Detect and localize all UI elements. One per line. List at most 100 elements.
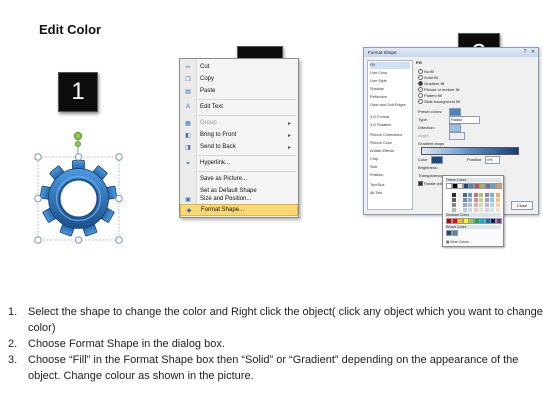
gear-icon[interactable]	[30, 128, 130, 246]
category-3d-format[interactable]: 3-D Format	[370, 114, 410, 121]
radio-gradient-fill[interactable]: Gradient fill	[418, 81, 444, 86]
theme-color-shade-swatch[interactable]	[462, 208, 467, 212]
type-dropdown[interactable]: Radial	[449, 116, 480, 124]
theme-color-shade-swatch[interactable]	[473, 193, 478, 197]
theme-color-shade-swatch[interactable]	[457, 198, 461, 202]
theme-color-shade-swatch[interactable]	[490, 198, 494, 202]
preset-colors-dropdown[interactable]	[449, 108, 461, 116]
theme-color-shade-swatch[interactable]	[446, 193, 450, 197]
radio-slide-background-fill[interactable]: Slide background fill	[418, 99, 460, 104]
theme-color-shade-swatch[interactable]	[484, 208, 489, 212]
checkbox[interactable]	[418, 181, 423, 186]
theme-color-shade-swatch[interactable]	[484, 203, 489, 207]
close-icon[interactable]: ✕	[530, 49, 536, 55]
radio-picture-fill[interactable]: Picture or texture fill	[418, 87, 459, 92]
category-alt-text[interactable]: Alt Text	[370, 190, 410, 197]
menu-item-bring-to-front[interactable]: ◧ Bring to Front ▸	[180, 129, 298, 141]
gradient-stops-bar[interactable]	[421, 147, 519, 155]
radio-button[interactable]	[418, 99, 423, 104]
theme-color-shade-swatch[interactable]	[446, 208, 450, 212]
category-line-color[interactable]: Line Color	[370, 70, 410, 77]
theme-color-shade-swatch[interactable]	[479, 198, 483, 202]
theme-color-shade-swatch[interactable]	[462, 193, 467, 197]
theme-color-shade-swatch[interactable]	[457, 203, 461, 207]
theme-color-shade-swatch[interactable]	[462, 198, 467, 202]
instruction-item: 2. Choose Format Shape in the dialog box…	[8, 336, 553, 352]
theme-color-shade-swatch[interactable]	[468, 208, 472, 212]
theme-color-shade-swatch[interactable]	[490, 208, 494, 212]
theme-color-shade-swatch[interactable]	[451, 203, 456, 207]
theme-color-shade-swatch[interactable]	[479, 208, 483, 212]
theme-color-shade-swatch[interactable]	[468, 193, 472, 197]
help-icon[interactable]: ?	[522, 49, 528, 55]
radio-button[interactable]	[418, 87, 423, 92]
radio-button[interactable]	[418, 69, 423, 74]
theme-color-shade-swatch[interactable]	[457, 208, 461, 212]
theme-color-shade-swatch[interactable]	[479, 193, 483, 197]
radio-no-fill[interactable]: No fill	[418, 69, 434, 74]
selected-gear-shape[interactable]	[30, 128, 130, 246]
theme-color-shade-swatch[interactable]	[451, 193, 456, 197]
theme-color-shade-swatch[interactable]	[451, 208, 456, 212]
category-crop[interactable]: Crop	[370, 156, 410, 163]
theme-color-shade-swatch[interactable]	[468, 198, 472, 202]
close-button[interactable]: Close	[511, 201, 533, 210]
rotation-handle[interactable]	[74, 132, 82, 140]
category-reflection[interactable]: Reflection	[370, 94, 410, 101]
category-picture-corrections[interactable]: Picture Corrections	[370, 132, 410, 139]
menu-item-paste[interactable]: ▤ Paste	[180, 85, 298, 97]
menu-item-send-to-back[interactable]: ◨ Send to Back ▸	[180, 141, 298, 153]
menu-item-group[interactable]: ▦ Group ▸	[180, 117, 298, 129]
standard-color-swatch[interactable]	[495, 218, 502, 224]
theme-color-shade-swatch[interactable]	[451, 198, 456, 202]
category-shadow[interactable]: Shadow	[370, 86, 410, 93]
category-text-box[interactable]: Text Box	[370, 182, 410, 189]
theme-color-shade-swatch[interactable]	[446, 198, 450, 202]
theme-color-shade-swatch[interactable]	[457, 193, 461, 197]
color-dropdown[interactable]	[431, 156, 443, 164]
menu-item-cut[interactable]: ✂ Cut	[180, 61, 298, 73]
theme-color-shade-swatch[interactable]	[495, 193, 500, 197]
theme-color-shade-swatch[interactable]	[490, 193, 494, 197]
send-back-icon: ◨	[185, 144, 191, 151]
category-size[interactable]: Size	[370, 164, 410, 171]
theme-color-shade-swatch[interactable]	[495, 208, 500, 212]
theme-color-shade-swatch[interactable]	[495, 203, 500, 207]
standard-colors-header: Standard Colors	[445, 213, 501, 217]
theme-color-shade-swatch[interactable]	[484, 193, 489, 197]
theme-color-shade-swatch[interactable]	[462, 203, 467, 207]
recent-color-swatch[interactable]	[451, 230, 458, 236]
theme-color-shade-swatch[interactable]	[446, 203, 450, 207]
menu-item-edit-text[interactable]: A Edit Text	[180, 101, 298, 113]
radio-button[interactable]	[418, 81, 423, 86]
theme-color-shade-swatch[interactable]	[490, 203, 494, 207]
category-picture-color[interactable]: Picture Color	[370, 140, 410, 147]
category-3d-rotation[interactable]: 3-D Rotation	[370, 122, 410, 129]
menu-item-copy[interactable]: ❐ Copy	[180, 73, 298, 85]
category-position[interactable]: Position	[370, 172, 410, 179]
theme-color-shade-swatch[interactable]	[479, 203, 483, 207]
angle-input[interactable]	[449, 132, 465, 140]
radio-button[interactable]	[418, 75, 423, 80]
menu-item-hyperlink[interactable]: ⚭ Hyperlink...	[180, 157, 298, 169]
radio-pattern-fill[interactable]: Pattern fill	[418, 93, 442, 98]
theme-color-shade-swatch[interactable]	[473, 208, 478, 212]
theme-color-shade-swatch[interactable]	[468, 203, 472, 207]
theme-color-shade-swatch[interactable]	[495, 198, 500, 202]
direction-dropdown[interactable]	[449, 124, 461, 132]
theme-color-shade-swatch[interactable]	[473, 203, 478, 207]
menu-item-format-shape[interactable]: ◆ Format Shape...	[180, 204, 298, 216]
category-glow[interactable]: Glow and Soft Edges	[370, 102, 410, 109]
category-line-style[interactable]: Line Style	[370, 78, 410, 85]
position-input[interactable]: 0%	[485, 156, 500, 164]
theme-color-swatch[interactable]	[495, 183, 502, 189]
more-colors-link[interactable]: ▦ More Colors...	[446, 240, 471, 244]
radio-button[interactable]	[418, 93, 423, 98]
category-artistic-effects[interactable]: Artistic Effects	[370, 148, 410, 155]
theme-color-shade-swatch[interactable]	[473, 198, 478, 202]
menu-item-label: Group	[200, 120, 217, 126]
radio-solid-fill[interactable]: Solid fill	[418, 75, 438, 80]
category-fill[interactable]: Fill	[370, 62, 410, 69]
menu-item-save-as-picture[interactable]: Save as Picture...	[180, 173, 298, 185]
theme-color-shade-swatch[interactable]	[484, 198, 489, 202]
